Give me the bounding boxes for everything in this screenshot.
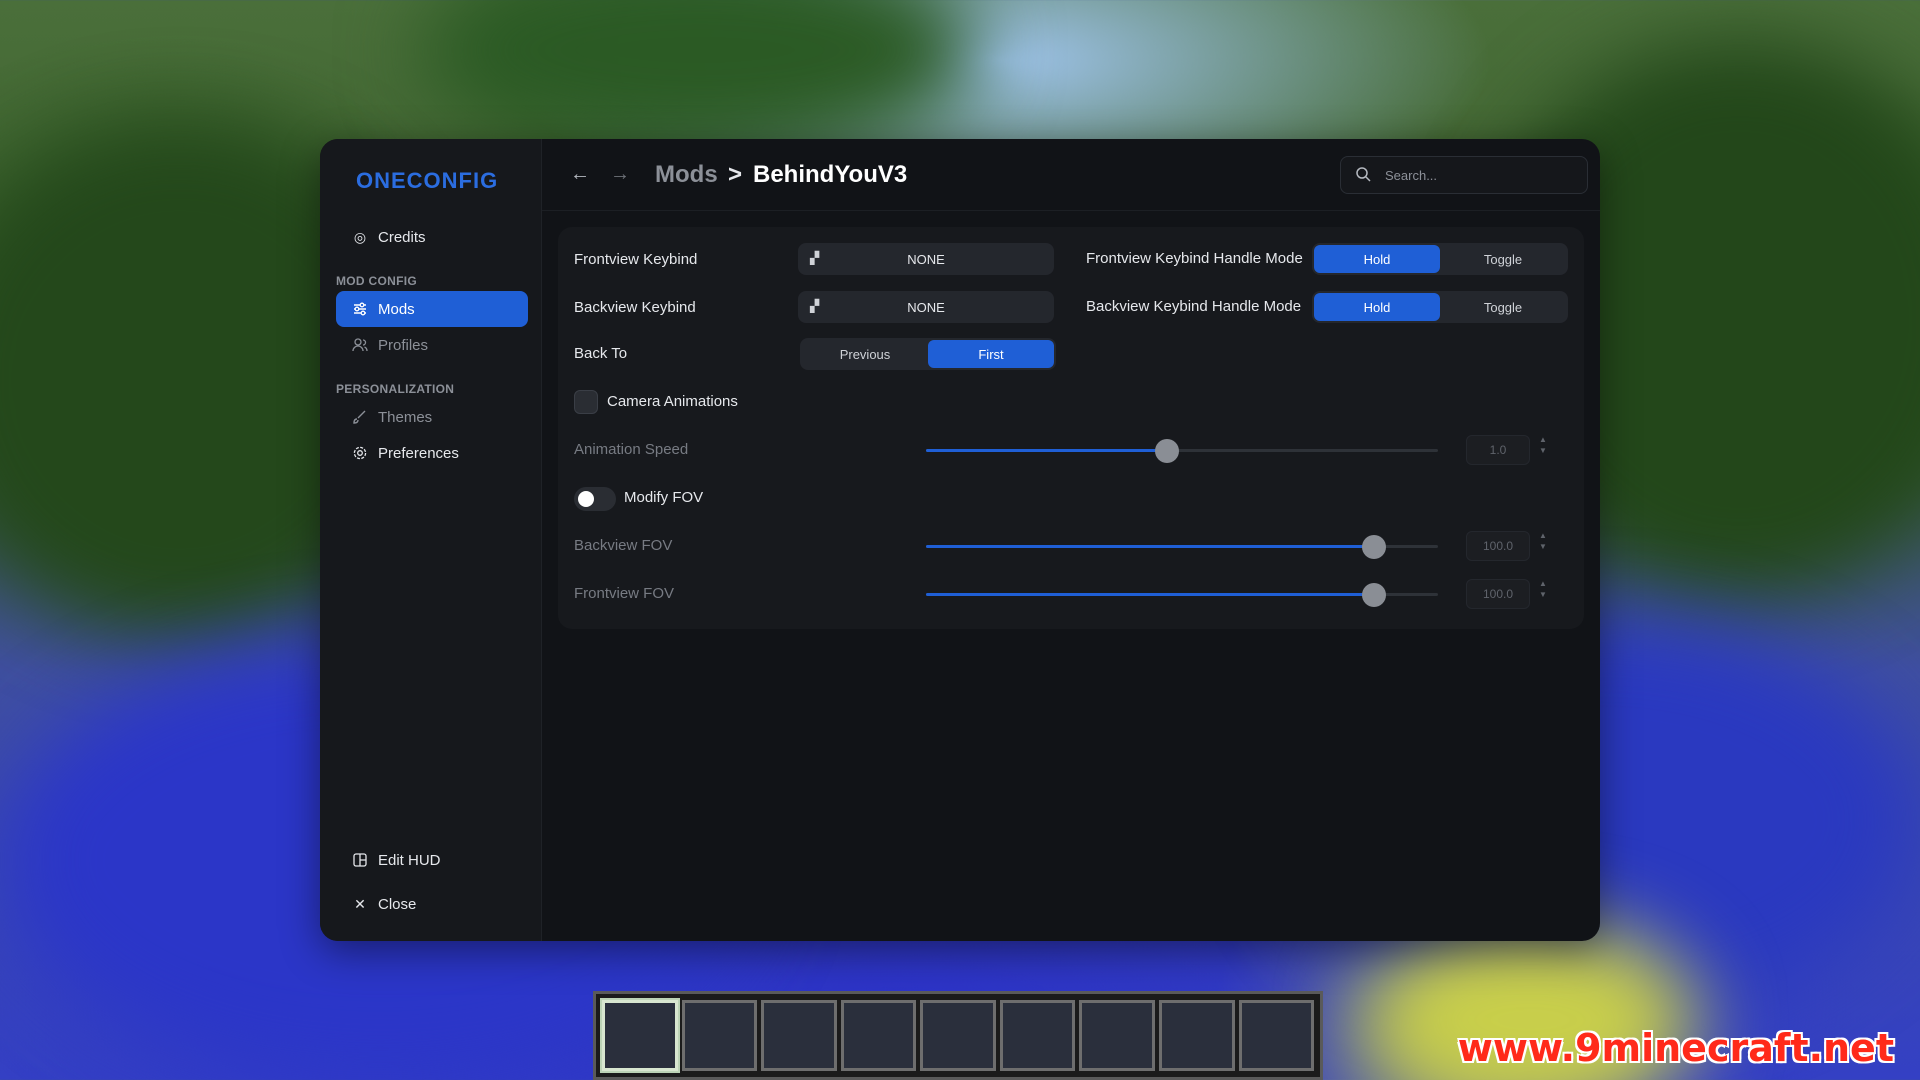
hotbar-slot[interactable] bbox=[920, 1000, 996, 1071]
backview-handle-mode-selector: Hold Toggle bbox=[1312, 291, 1568, 323]
frontview-keybind-button[interactable]: ▞ NONE bbox=[798, 243, 1054, 275]
sidebar-item-close[interactable]: ✕ Close bbox=[336, 886, 528, 922]
modify-fov-label: Modify FOV bbox=[624, 489, 704, 506]
backview-fov-slider[interactable] bbox=[926, 535, 1438, 559]
animation-speed-stepper[interactable]: ▲ ▼ bbox=[1538, 434, 1548, 456]
oneconfig-logo: ONECONFIG bbox=[356, 168, 499, 193]
hotbar-slot[interactable] bbox=[999, 1000, 1076, 1071]
section-heading-personalization: PERSONALIZATION bbox=[336, 382, 455, 396]
backview-keybind-button[interactable]: ▞ NONE bbox=[798, 291, 1054, 323]
sidebar: ONECONFIG ◎ Credits MOD CONFIG Mods Prof… bbox=[320, 139, 542, 941]
sidebar-item-profiles[interactable]: Profiles bbox=[336, 327, 528, 363]
keybind-value: NONE bbox=[907, 251, 945, 267]
sidebar-item-label: Profiles bbox=[378, 336, 429, 354]
layout-icon bbox=[352, 852, 368, 868]
slider-thumb[interactable] bbox=[1362, 535, 1386, 559]
hotbar-slot[interactable] bbox=[1079, 1000, 1155, 1071]
breadcrumb-separator: > bbox=[728, 161, 743, 188]
hotbar-slot[interactable] bbox=[840, 1000, 917, 1071]
credits-icon: ◎ bbox=[353, 229, 367, 245]
frontview-fov-label: Frontview FOV bbox=[574, 585, 675, 602]
hotbar-slot[interactable] bbox=[761, 1000, 837, 1071]
animation-speed-label: Animation Speed bbox=[574, 441, 689, 458]
hotbar-slot[interactable] bbox=[1238, 1000, 1315, 1071]
close-icon: ✕ bbox=[354, 896, 366, 912]
sidebar-item-label: Credits bbox=[378, 228, 426, 246]
brush-icon bbox=[352, 409, 368, 425]
frontview-handle-mode-hold[interactable]: Hold bbox=[1314, 245, 1440, 273]
search-placeholder: Search... bbox=[1385, 167, 1438, 183]
backview-handle-mode-toggle[interactable]: Toggle bbox=[1440, 293, 1566, 321]
hotbar-slot[interactable] bbox=[1158, 1000, 1235, 1071]
watermark: www.9minecraft.net bbox=[1457, 1026, 1894, 1070]
sidebar-item-label: Edit HUD bbox=[378, 851, 441, 869]
toggle-knob bbox=[578, 491, 594, 507]
backview-fov-label: Backview FOV bbox=[574, 537, 673, 554]
frontview-handle-mode-selector: Hold Toggle bbox=[1312, 243, 1568, 275]
sidebar-item-label: Mods bbox=[378, 300, 415, 318]
keybind-value: NONE bbox=[907, 299, 945, 315]
section-heading-mod-config: MOD CONFIG bbox=[336, 274, 417, 288]
slider-fill bbox=[926, 545, 1374, 548]
sidebar-item-label: Close bbox=[378, 895, 417, 913]
hotbar-slot[interactable] bbox=[681, 1000, 758, 1071]
sidebar-item-label: Preferences bbox=[378, 444, 459, 462]
modify-fov-toggle[interactable] bbox=[574, 487, 616, 511]
slider-thumb[interactable] bbox=[1154, 439, 1179, 463]
camera-animations-label: Camera Animations bbox=[607, 393, 738, 410]
hotbar bbox=[593, 991, 1323, 1080]
header-bar: ← → Mods > BehindYouV3 Search... bbox=[542, 139, 1600, 211]
slider-thumb[interactable] bbox=[1362, 583, 1386, 607]
profiles-icon bbox=[352, 337, 368, 353]
sidebar-item-edit-hud[interactable]: Edit HUD bbox=[336, 842, 528, 878]
frontview-fov-slider[interactable] bbox=[926, 583, 1438, 607]
breadcrumb-parent[interactable]: Mods bbox=[655, 161, 718, 189]
frontview-fov-stepper[interactable]: ▲ ▼ bbox=[1538, 578, 1548, 600]
backview-keybind-label: Backview Keybind bbox=[574, 299, 696, 316]
sidebar-item-mods[interactable]: Mods bbox=[336, 291, 528, 327]
keyboard-icon: ▞ bbox=[810, 299, 820, 313]
forward-arrow-icon[interactable]: → bbox=[610, 163, 630, 186]
camera-animations-checkbox[interactable] bbox=[574, 390, 598, 414]
search-input[interactable]: Search... bbox=[1340, 156, 1588, 194]
backview-fov-value[interactable]: 100.0 bbox=[1466, 531, 1530, 561]
hotbar-slot[interactable] bbox=[602, 1000, 678, 1071]
back-to-label: Back To bbox=[574, 345, 628, 362]
slider-fill bbox=[926, 593, 1374, 596]
frontview-keybind-label: Frontview Keybind bbox=[574, 251, 698, 268]
animation-speed-value[interactable]: 1.0 bbox=[1466, 435, 1530, 465]
backview-handle-mode-hold[interactable]: Hold bbox=[1314, 293, 1440, 321]
sidebar-item-credits[interactable]: ◎ Credits bbox=[336, 219, 528, 255]
animation-speed-slider[interactable] bbox=[926, 439, 1438, 463]
sliders-icon bbox=[352, 301, 368, 317]
keyboard-icon: ▞ bbox=[810, 251, 820, 265]
config-window: ONECONFIG ◎ Credits MOD CONFIG Mods Prof… bbox=[320, 139, 1600, 941]
search-icon bbox=[1355, 166, 1371, 185]
back-to-previous[interactable]: Previous bbox=[802, 340, 928, 368]
back-to-selector: Previous First bbox=[800, 338, 1056, 370]
backview-handle-mode-label: Backview Keybind Handle Mode bbox=[1086, 298, 1302, 315]
frontview-handle-mode-label: Frontview Keybind Handle Mode bbox=[1086, 250, 1303, 267]
background-foliage bbox=[420, 0, 980, 160]
slider-fill bbox=[926, 449, 1167, 452]
back-to-first[interactable]: First bbox=[928, 340, 1054, 368]
back-arrow-icon[interactable]: ← bbox=[570, 163, 590, 186]
gear-icon bbox=[352, 445, 368, 461]
sidebar-item-preferences[interactable]: Preferences bbox=[336, 435, 528, 471]
frontview-fov-value[interactable]: 100.0 bbox=[1466, 579, 1530, 609]
breadcrumb-current: BehindYouV3 bbox=[753, 161, 908, 188]
sidebar-item-themes[interactable]: Themes bbox=[336, 399, 528, 435]
backview-fov-stepper[interactable]: ▲ ▼ bbox=[1538, 530, 1548, 552]
settings-panel: Frontview Keybind ▞ NONE Frontview Keybi… bbox=[558, 227, 1584, 629]
frontview-handle-mode-toggle[interactable]: Toggle bbox=[1440, 245, 1566, 273]
sidebar-item-label: Themes bbox=[378, 408, 433, 426]
